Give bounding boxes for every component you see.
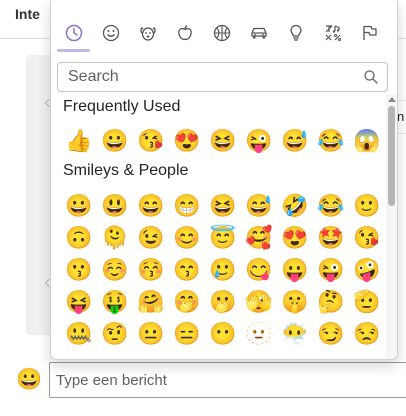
emoji-button[interactable]: 🤔 <box>313 286 349 318</box>
emoji-scrollbar[interactable] <box>386 94 397 359</box>
tab-flags[interactable] <box>351 14 388 52</box>
emoji-button[interactable]: 🤑 <box>97 286 133 318</box>
smiley-icon <box>102 24 119 42</box>
emoji-button[interactable]: 😆 <box>205 125 241 157</box>
section-title-frequent: Frequently Used <box>63 98 181 115</box>
section-title-smileys: Smileys & People <box>63 162 189 179</box>
emoji-button[interactable]: 🤣 <box>277 190 313 222</box>
smileys-emoji-grid: 😀 😃 😄 😁 😆 😅 🤣 😂 🙂 🙃 🫠 😉 😊 😇 🥰 😍 🤩 😘 😗 ☺️ 😚 😙 🥲 😋 😛 😜 🤪 😝 🤑 🤗 🤭 🫢 🫣 🤫 🤔 🫡 🤐 🤨 😐… <box>61 190 385 350</box>
search-input[interactable] <box>58 63 358 91</box>
emoji-button[interactable]: 🤨 <box>97 318 133 350</box>
emoji-button[interactable]: 🙂 <box>349 190 385 222</box>
emoji-button[interactable]: 😂 <box>313 125 349 157</box>
flags-icon <box>362 25 377 40</box>
tab-objects[interactable] <box>277 14 314 52</box>
dog-icon <box>139 27 156 41</box>
emoji-button[interactable]: 🥲 <box>205 254 241 286</box>
emoji-search <box>57 62 388 92</box>
clock-icon <box>65 24 82 42</box>
emoji-button[interactable]: 🫥 <box>241 318 277 350</box>
tab-symbols[interactable] <box>314 14 351 52</box>
emoji-button[interactable]: 🙃 <box>61 222 97 254</box>
emoji-button[interactable]: 😘 <box>349 222 385 254</box>
emoji-button[interactable]: 😶‍🌫️ <box>277 318 313 350</box>
emoji-button[interactable]: 😑 <box>169 318 205 350</box>
emoji-button[interactable]: 👍 <box>61 125 97 157</box>
emoji-button[interactable]: 🤩 <box>313 222 349 254</box>
emoji-button[interactable]: 😛 <box>277 254 313 286</box>
lightbulb-icon <box>289 24 302 41</box>
tab-smileys[interactable] <box>92 14 129 52</box>
emoji-button[interactable]: 😐 <box>133 318 169 350</box>
emoji-button[interactable]: 😚 <box>133 254 169 286</box>
tab-food[interactable] <box>166 14 203 52</box>
emoji-button[interactable]: 🤭 <box>169 286 205 318</box>
tab-recent[interactable] <box>55 14 92 52</box>
frequent-emoji-grid: 👍 😀 😘 😍 😆 😜 😅 😂 😱 <box>61 125 385 157</box>
tab-animals[interactable] <box>129 14 166 52</box>
emoji-button[interactable]: 😍 <box>277 222 313 254</box>
emoji-button[interactable]: 😘 <box>133 125 169 157</box>
emoji-button[interactable]: 😜 <box>241 125 277 157</box>
emoji-button[interactable]: 😊 <box>169 222 205 254</box>
symbols-icon <box>325 25 341 41</box>
emoji-button[interactable]: 🤫 <box>277 286 313 318</box>
emoji-button[interactable]: 🫣 <box>241 286 277 318</box>
emoji-button[interactable]: 😏 <box>313 318 349 350</box>
car-icon <box>250 27 267 39</box>
tab-activity[interactable] <box>203 14 240 52</box>
emoji-button[interactable]: 😝 <box>61 286 97 318</box>
emoji-button[interactable]: ☺️ <box>97 254 133 286</box>
emoji-button[interactable]: 😒 <box>349 318 385 350</box>
message-text: n <box>397 109 405 124</box>
emoji-button[interactable]: 🤐 <box>61 318 97 350</box>
message-composer <box>49 362 406 398</box>
emoji-button[interactable]: 😜 <box>313 254 349 286</box>
emoji-button[interactable]: 😶 <box>205 318 241 350</box>
emoji-button[interactable]: 😀 <box>97 125 133 157</box>
emoji-button[interactable]: 😉 <box>133 222 169 254</box>
emoji-button[interactable]: 😂 <box>313 190 349 222</box>
category-tabs <box>55 14 391 52</box>
basketball-icon <box>213 24 230 42</box>
message-input[interactable] <box>50 363 406 397</box>
apple-icon <box>177 24 192 41</box>
emoji-picker: Frequently Used 👍😀😘😍😆😜😅😂😱 Smileys & Peop… <box>50 0 398 360</box>
emoji-button[interactable]: 🫡 <box>349 286 385 318</box>
chat-title: Inte <box>15 6 40 22</box>
emoji-button[interactable]: 😗 <box>61 254 97 286</box>
active-tab-indicator <box>57 49 90 52</box>
emoji-button[interactable]: 🤪 <box>349 254 385 286</box>
emoji-button[interactable]: 😁 <box>169 190 205 222</box>
emoji-button[interactable]: 😅 <box>241 190 277 222</box>
emoji-button[interactable]: 😀 <box>61 190 97 222</box>
emoji-button[interactable]: 😍 <box>169 125 205 157</box>
emoji-button[interactable]: 😋 <box>241 254 277 286</box>
emoji-button[interactable]: 🫢 <box>205 286 241 318</box>
emoji-button[interactable]: 🤗 <box>133 286 169 318</box>
scroll-up-arrow-icon[interactable] <box>388 97 396 102</box>
emoji-button[interactable]: 😱 <box>349 125 385 157</box>
emoji-button[interactable]: 😆 <box>205 190 241 222</box>
tab-travel[interactable] <box>240 14 277 52</box>
emoji-button[interactable]: 😙 <box>169 254 205 286</box>
emoji-list: Frequently Used 👍 😀 😘 😍 😆 😜 😅 😂 😱 Smileys & Peop… <box>51 96 385 359</box>
scrollbar-thumb[interactable] <box>388 106 395 206</box>
emoji-button[interactable]: 😃 <box>97 190 133 222</box>
emoji-button[interactable]: 😄 <box>133 190 169 222</box>
emoji-picker-button[interactable]: 😀 <box>16 368 42 392</box>
search-icon[interactable] <box>363 69 379 85</box>
emoji-button[interactable]: 😅 <box>277 125 313 157</box>
emoji-button[interactable]: 🥰 <box>241 222 277 254</box>
emoji-button[interactable]: 😇 <box>205 222 241 254</box>
emoji-button[interactable]: 🫠 <box>97 222 133 254</box>
